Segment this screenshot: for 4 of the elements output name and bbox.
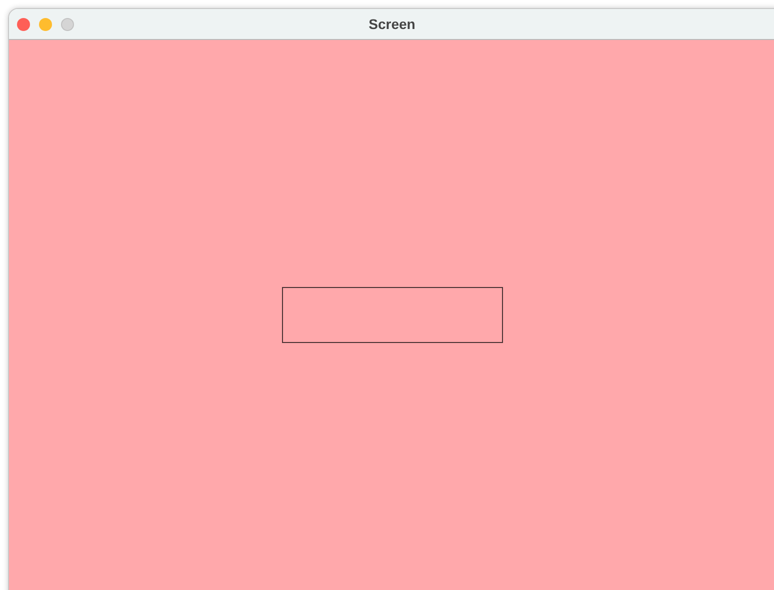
minimize-button[interactable] xyxy=(39,18,52,30)
close-button[interactable] xyxy=(17,18,30,30)
window-title: Screen xyxy=(368,14,416,34)
input-field[interactable] xyxy=(282,287,502,343)
